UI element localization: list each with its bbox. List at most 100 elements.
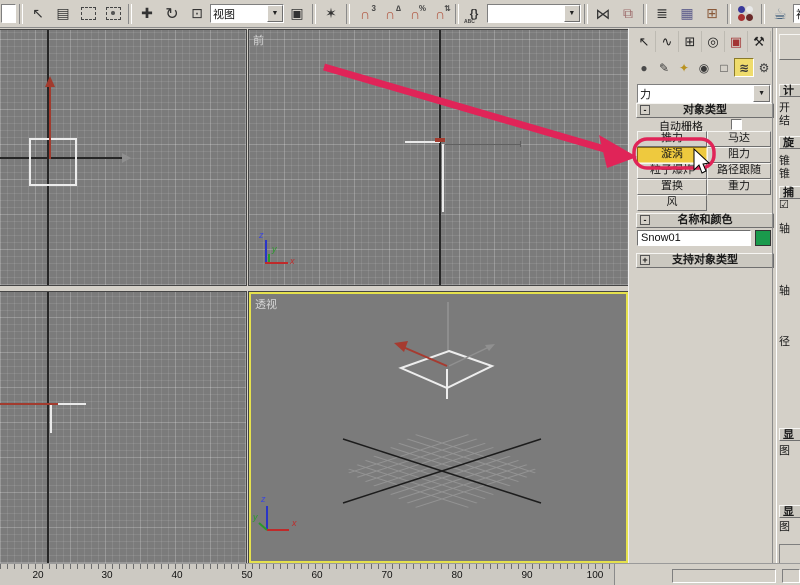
select-icon[interactable]: ↖ <box>26 3 50 25</box>
vortex-shape-rollout-header-clipped[interactable]: 旋 <box>779 136 800 149</box>
crossing-region-glyph <box>105 7 121 20</box>
use-pivot-center-glyph: ▣ <box>290 5 304 21</box>
toolbar-separator <box>19 3 23 24</box>
schematic-view-icon[interactable]: ⊞ <box>700 3 724 25</box>
timing-rollout-header-clipped[interactable]: 计 <box>779 84 800 97</box>
category-space-warps[interactable]: ≋ <box>734 58 754 77</box>
rotate-glyph: ↻ <box>165 5 179 23</box>
dropdown-arrow-icon[interactable]: ▼ <box>266 5 283 22</box>
toolbar-partial-widget[interactable] <box>1 4 16 23</box>
tripod-z-axis <box>265 240 267 264</box>
toolbar-separator <box>128 3 132 24</box>
parameters-column-clipped: 计 开 结 旋 锥 锥 捕 ☑ 轴 轴 径 显 图 显 图 <box>777 28 800 585</box>
tab-utilities[interactable]: ⚒ <box>748 31 771 52</box>
rotate-icon[interactable]: ↻ <box>160 3 184 25</box>
vortex-button[interactable]: 漩涡 <box>637 147 707 163</box>
viewport-front[interactable]: 前 z y x <box>248 29 629 286</box>
displace-button[interactable]: 置换 <box>637 179 707 195</box>
category-geometry[interactable]: ● <box>634 58 654 77</box>
scale-icon[interactable]: ⊡ <box>185 3 209 25</box>
gravity-button[interactable]: 重力 <box>707 179 771 195</box>
display-rollout-header-clipped[interactable]: 显 <box>779 428 800 441</box>
collapse-icon[interactable]: - <box>640 105 650 115</box>
tab-hierarchy[interactable]: ⊞ <box>679 31 702 52</box>
push-button[interactable]: 推力 <box>637 131 707 147</box>
tab-motion[interactable]: ◎ <box>702 31 725 52</box>
select-by-name-icon[interactable]: ▤ <box>51 3 75 25</box>
perspective-scene: z y x <box>252 302 542 531</box>
ruler-number: 20 <box>32 570 44 581</box>
named-selection-sets-icon[interactable]: {} ABC <box>462 3 486 25</box>
path-follow-button[interactable]: 路径跟随 <box>707 163 771 179</box>
toolbar-separator <box>761 3 765 24</box>
named-selection-value <box>488 5 564 22</box>
select-manipulate-glyph: ✶ <box>325 5 337 21</box>
object-type-rollout-header[interactable]: - 对象类型 <box>636 103 774 118</box>
mirror-icon[interactable]: ⋈ <box>591 3 615 25</box>
category-systems[interactable]: ⚙ <box>754 58 774 77</box>
select-manipulate-icon[interactable]: ✶ <box>319 3 343 25</box>
select-glyph: ↖ <box>32 5 44 21</box>
spinner-snap-icon[interactable]: ∩ ⇅ <box>428 3 452 25</box>
ruler-number: 60 <box>311 570 323 581</box>
autogrid-checkbox[interactable] <box>731 119 742 130</box>
supports-rollout-header[interactable]: + 支持对象类型 <box>636 253 774 268</box>
shapes-icon: ✎ <box>658 60 670 75</box>
render-view-dropdown[interactable]: 视图 ▼ <box>793 4 800 23</box>
dropdown-arrow-icon[interactable]: ▼ <box>563 5 580 22</box>
tripod-y-label: y <box>252 512 258 522</box>
display-rollout-header-clipped[interactable]: 显 <box>779 505 800 518</box>
vortex-gizmo-edge-tick <box>520 141 521 147</box>
crossing-region-icon[interactable] <box>101 3 125 25</box>
viewport-perspective[interactable]: 透视 z y x <box>248 291 629 564</box>
object-name-input[interactable] <box>637 230 751 246</box>
space-warps-icon: ≋ <box>738 60 750 75</box>
align-icon[interactable]: ⧉ <box>616 3 640 25</box>
tab-display[interactable]: ▣ <box>725 31 748 52</box>
category-lights[interactable]: ✦ <box>674 58 694 77</box>
scale-glyph: ⊡ <box>191 5 203 21</box>
layer-manager-icon[interactable]: ≣ <box>650 3 674 25</box>
name-color-title: 名称和颜色 <box>677 214 733 226</box>
viewport-bottom-left[interactable] <box>0 291 247 564</box>
render-setup-icon[interactable]: ☕ <box>768 3 792 25</box>
vortex-gizmo-square[interactable] <box>29 138 77 186</box>
checkbox-clipped[interactable]: ☑ <box>779 198 789 211</box>
angle-snap-icon[interactable]: ∩ ∆ <box>378 3 402 25</box>
material-editor-icon[interactable] <box>734 3 758 25</box>
3dsmax-window: ↖ ▤ ✚ ↻ ⊡ 视图 ▼ ▣ ✶ ∩ 3 ∩ ∆ ∩% ∩ ⇅ {} ABC ▼ ⋈… <box>0 0 800 585</box>
ruler-number: 50 <box>241 570 253 581</box>
reference-coordsys-dropdown[interactable]: 视图 ▼ <box>210 4 284 23</box>
name-color-rollout-header[interactable]: - 名称和颜色 <box>636 213 774 228</box>
helpers-icon: □ <box>720 60 728 75</box>
track-bar-ruler[interactable]: 20 30 40 50 60 70 80 90 100 <box>0 564 615 585</box>
force-type-dropdown[interactable]: 力 ▼ <box>637 84 771 103</box>
snap-3d-icon[interactable]: ∩ 3 <box>353 3 377 25</box>
pbomb-button[interactable]: 粒子爆炸 <box>637 163 707 179</box>
use-pivot-center-icon[interactable]: ▣ <box>285 3 309 25</box>
wind-button[interactable]: 风 <box>637 195 707 211</box>
viewport-top-left[interactable] <box>0 29 247 286</box>
named-selection-dropdown[interactable]: ▼ <box>487 4 581 23</box>
curve-editor-icon[interactable]: ▦ <box>675 3 699 25</box>
viewport-front-label[interactable]: 前 <box>253 32 264 48</box>
ruler-number: 80 <box>451 570 463 581</box>
tab-create[interactable]: ↖ <box>633 31 656 52</box>
motor-button[interactable]: 马达 <box>707 131 771 147</box>
gizmo-direction-arrow-icon <box>122 153 131 163</box>
collapse-icon[interactable]: - <box>640 215 650 225</box>
category-shapes[interactable]: ✎ <box>654 58 674 77</box>
dropdown-arrow-icon[interactable]: ▼ <box>753 85 770 102</box>
category-cameras[interactable]: ◉ <box>694 58 714 77</box>
modify-tab-icon: ∿ <box>661 33 673 49</box>
move-icon[interactable]: ✚ <box>135 3 159 25</box>
rectangular-region-icon[interactable] <box>76 3 100 25</box>
viewport-perspective-label[interactable]: 透视 <box>255 296 277 312</box>
tab-modify[interactable]: ∿ <box>656 31 679 52</box>
percent-snap-icon[interactable]: ∩% <box>403 3 427 25</box>
category-helpers[interactable]: □ <box>714 58 734 77</box>
vortex-gizmo-arrowhead-icon <box>45 76 55 87</box>
expand-icon[interactable]: + <box>640 255 650 265</box>
object-color-swatch[interactable] <box>755 230 771 246</box>
drag-button[interactable]: 阻力 <box>707 147 771 163</box>
